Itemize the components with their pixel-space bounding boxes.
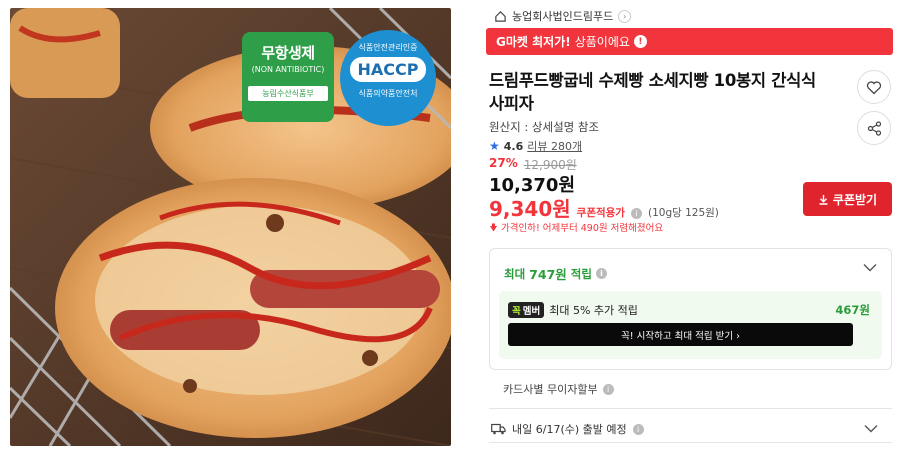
membership-text: 최대 5% 추가 적립 [549,304,638,317]
unit-price: (10g당 125원) [647,207,719,219]
installment-label: 카드사별 무이자할부 [503,383,598,396]
coupon-price-label: 쿠폰적용가 [576,207,625,219]
divider [489,442,892,443]
seller-link[interactable]: 농업회사법인드림푸드 › [494,8,632,24]
info-icon[interactable]: i [630,208,642,219]
price-down-icon [490,223,497,231]
points-header[interactable]: 최대 747원 적립 i [504,264,607,283]
product-image[interactable]: 무항생제 (NON ANTIBIOTIC) 농림수산식품부 식품안전관리인증 H… [10,8,451,446]
star-icon: ★ [489,139,500,153]
info-icon[interactable]: i [632,423,644,435]
rating-row[interactable]: ★ 4.6 리뷰 280개 [489,138,582,154]
divider [489,408,892,409]
info-icon[interactable]: i [602,383,614,395]
antibiotic-free-badge: 무항생제 (NON ANTIBIOTIC) 농림수산식품부 [242,32,334,122]
rating-score: 4.6 [503,139,524,153]
installment-row[interactable]: 카드사별 무이자할부 i [503,381,614,397]
membership-badge-text: 멤버 [522,306,541,317]
shipping-label: 내일 6/17(수) 출발 예정 [512,423,627,436]
shipping-row[interactable]: 내일 6/17(수) 출발 예정 i [489,421,892,437]
info-icon[interactable]: i [595,268,607,279]
download-icon [819,194,828,205]
coupon-price-row: 9,340원 쿠폰적용가 i (10g당 125원) [489,193,719,222]
membership-row: 꼭 멤버 최대 5% 추가 적립 467원 [508,302,870,318]
membership-box: 꼭 멤버 최대 5% 추가 적립 467원 꼭! 시작하고 최대 적립 받기 › [499,291,882,359]
info-icon[interactable]: ! [633,35,647,48]
haccp-badge: 식품안전관리인증 HACCP 식품의약품안전처 [340,30,436,126]
badge-subtitle: (NON ANTIBIOTIC) [251,65,325,74]
home-icon [495,10,506,22]
wishlist-button[interactable] [857,70,891,104]
get-coupon-button[interactable]: 쿠폰받기 [803,182,892,216]
points-suffix: 적립 [570,266,592,281]
origin-text: 원산지 : 상세설명 참조 [489,120,600,134]
points-prefix: 최대 [504,266,526,281]
promo-text: 상품이에요 [574,35,630,49]
haccp-top: 식품안전관리인증 [358,43,418,52]
truck-icon [491,423,506,435]
chevron-right-icon: › [618,9,632,23]
badge-title: 무항생제 [261,44,315,62]
product-info-panel: 농업회사법인드림푸드 › G마켓 최저가! 상품이에요 ! 드림푸드빵굽네 수제… [480,0,900,449]
points-amount: 747원 [529,267,567,282]
price-drop-text: 가격인하! 어제부터 490원 저렴해졌어요 [501,223,664,234]
product-page: 무항생제 (NON ANTIBIOTIC) 농림수산식품부 식품안전관리인증 H… [0,0,900,449]
price-drop-notice: 가격인하! 어제부터 490원 저렴해졌어요 [489,220,663,234]
promo-strong: G마켓 최저가! [496,35,571,49]
review-link[interactable]: 리뷰 280개 [527,138,582,154]
lowest-price-banner: G마켓 최저가! 상품이에요 ! [486,28,893,55]
coupon-price: 9,340원 [489,197,571,221]
coupon-button-label: 쿠폰받기 [832,192,878,207]
haccp-main: HACCP [350,57,426,82]
chevron-down-icon[interactable] [864,422,878,436]
haccp-bottom: 식품의약품안전처 [358,89,418,98]
heart-icon [866,80,882,94]
membership-amount: 467원 [835,303,870,317]
membership-badge: 꼭 멤버 [508,302,545,318]
membership-start-button[interactable]: 꼭! 시작하고 최대 적립 받기 › [508,323,853,346]
product-title: 드림푸드빵굽네 수제빵 소세지빵 10봉지 간식식사피자 [489,71,816,113]
points-section: 최대 747원 적립 i 꼭 멤버 최대 5% 추가 적립 467원 꼭! 시작… [489,248,892,370]
share-icon [867,120,881,136]
share-button[interactable] [857,111,891,145]
seller-name: 농업회사법인드림푸드 [512,10,614,23]
badge-footer: 농림수산식품부 [248,86,328,101]
membership-badge-mark: 꼭 [512,306,521,317]
chevron-down-icon[interactable] [863,261,877,275]
